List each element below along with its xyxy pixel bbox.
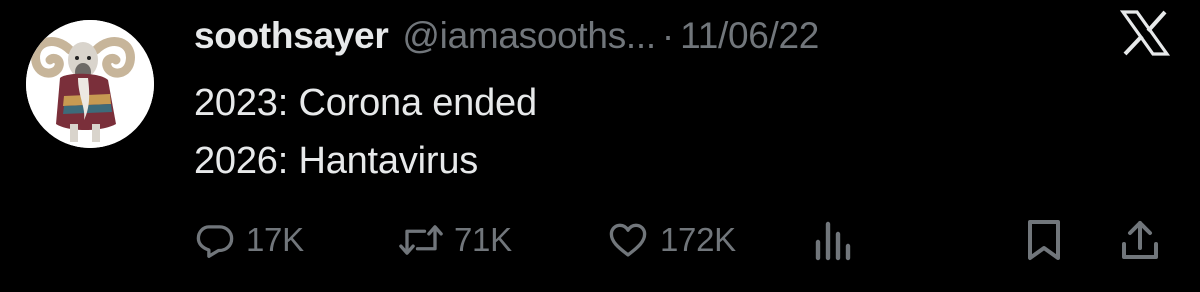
- bookmark-icon: [1028, 220, 1060, 260]
- like-count: 172K: [660, 221, 736, 258]
- user-handle[interactable]: @iamasooths...: [402, 15, 656, 57]
- share-button[interactable]: [1118, 212, 1162, 268]
- reply-count: 17K: [246, 221, 304, 258]
- views-button[interactable]: [812, 212, 852, 268]
- display-name[interactable]: soothsayer: [194, 15, 389, 57]
- repost-button[interactable]: 71K: [398, 212, 512, 268]
- heart-icon: [609, 223, 647, 257]
- tweet-text-line: 2023: Corona ended: [194, 82, 537, 124]
- views-icon: [815, 221, 851, 261]
- avatar[interactable]: [26, 20, 154, 148]
- ram-character-icon: [26, 20, 154, 148]
- repost-count: 71K: [454, 221, 512, 258]
- repost-icon: [399, 225, 443, 255]
- tweet-text: 2023: Corona ended 2026: Hantavirus: [194, 74, 537, 190]
- action-bar: 17K 71K 172K: [194, 212, 1200, 268]
- tweet-card: soothsayer @iamasooths... · 11/06/22 202…: [0, 0, 1200, 292]
- share-icon: [1122, 221, 1158, 259]
- bookmark-button[interactable]: [1024, 212, 1064, 268]
- like-button[interactable]: 172K: [606, 212, 736, 268]
- tweet-text-line: 2026: Hantavirus: [194, 140, 479, 182]
- x-logo-icon[interactable]: [1119, 10, 1171, 56]
- header-separator: ·: [661, 15, 675, 56]
- reply-icon: [196, 225, 234, 258]
- tweet-date[interactable]: 11/06/22: [680, 15, 819, 57]
- reply-button[interactable]: 17K: [194, 212, 304, 268]
- tweet-header: soothsayer @iamasooths... · 11/06/22: [194, 8, 819, 64]
